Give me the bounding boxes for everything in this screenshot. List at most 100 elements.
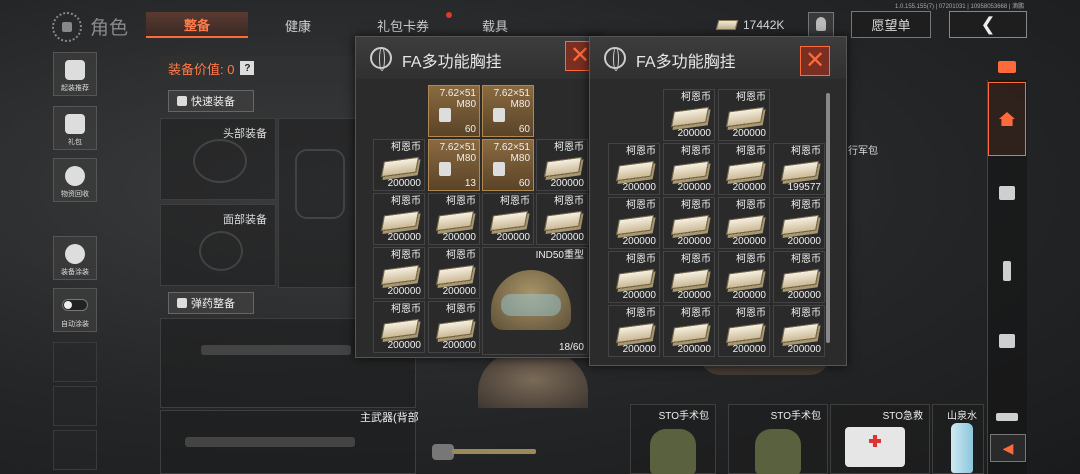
item-count: 200000 xyxy=(787,236,821,247)
category-all[interactable] xyxy=(988,82,1026,156)
money-item-cell[interactable]: 柯恩币 200000 xyxy=(608,305,660,357)
ammo-item-cell[interactable]: 7.62×51 M80 60 xyxy=(482,139,534,191)
item-count: 200000 xyxy=(550,232,584,243)
helmet-item-cell[interactable]: IND50重型 18/60 xyxy=(482,247,588,355)
sidebar-label: 物资回收 xyxy=(61,191,89,198)
tab-health[interactable]: 健康 xyxy=(268,12,328,38)
tab-gift-pass[interactable]: 礼包卡券 xyxy=(358,12,448,38)
item-name: 柯恩币 xyxy=(791,254,821,265)
money-stack-icon xyxy=(670,160,710,182)
sidebar-item-gift[interactable]: 礼包 xyxy=(53,106,97,150)
head-equipment-slot[interactable]: 头部装备 xyxy=(160,118,276,200)
money-item-cell[interactable]: 柯恩币 200000 xyxy=(608,143,660,195)
inventory-item[interactable]: STO手术包 xyxy=(728,404,828,474)
money-stack-icon xyxy=(780,322,820,344)
money-item-cell[interactable]: 柯恩币 200000 xyxy=(428,247,480,299)
close-button[interactable]: ✕ xyxy=(800,46,830,76)
category-equipment[interactable] xyxy=(988,174,1026,212)
globe-icon xyxy=(370,47,392,71)
money-item-cell[interactable]: 柯恩币 199577 xyxy=(773,143,825,195)
money-item-cell[interactable]: 柯恩币 200000 xyxy=(428,193,480,245)
money-item-cell[interactable]: 柯恩币 200000 xyxy=(773,251,825,303)
shovel-item[interactable] xyxy=(432,436,536,466)
category-weapons[interactable] xyxy=(988,398,1026,436)
money-item-cell[interactable]: 柯恩币 200000 xyxy=(663,143,715,195)
box-icon xyxy=(999,334,1015,348)
money-item-cell[interactable]: 柯恩币 200000 xyxy=(373,247,425,299)
ammo-prep-label: 弹药整备 xyxy=(191,298,235,310)
money-item-cell[interactable]: 柯恩币 200000 xyxy=(718,251,770,303)
tab-vehicle[interactable]: 载具 xyxy=(460,12,530,38)
item-name: 柯恩币 xyxy=(736,308,766,319)
item-count: 60 xyxy=(518,124,530,135)
item-name: 7.62×51 M80 xyxy=(493,88,530,110)
money-stack-icon xyxy=(380,264,420,286)
money-item-cell[interactable]: 柯恩币 200000 xyxy=(373,139,425,191)
tab-equipment[interactable]: 整备 xyxy=(146,12,248,38)
money-item-cell[interactable]: 柯恩币 200000 xyxy=(663,197,715,249)
avatar-button[interactable] xyxy=(808,12,834,38)
water-bottle-icon xyxy=(951,423,973,473)
wishlist-button[interactable]: 愿望单 xyxy=(851,11,931,38)
inventory-item[interactable]: STO手术包 xyxy=(630,404,716,474)
item-name: 柯恩币 xyxy=(554,142,584,153)
money-item-cell[interactable]: 柯恩币 200000 xyxy=(663,251,715,303)
item-count: 200000 xyxy=(787,290,821,301)
sidebar-item-recommend[interactable]: 起装推荐 xyxy=(53,52,97,96)
item-count: 200000 xyxy=(732,128,766,139)
money-item-cell[interactable]: 柯恩币 200000 xyxy=(482,193,534,245)
money-item-cell[interactable]: 柯恩币 200000 xyxy=(718,89,770,141)
money-item-cell[interactable]: 柯恩币 200000 xyxy=(373,193,425,245)
item-name: IND50重型 xyxy=(535,250,584,261)
item-count: 18/60 xyxy=(558,342,584,353)
money-item-cell[interactable]: 柯恩币 200000 xyxy=(773,305,825,357)
ammo-item-cell[interactable]: 7.62×51 M80 60 xyxy=(428,85,480,137)
money-stack-icon xyxy=(380,156,420,178)
item-name: STO手术包 xyxy=(658,411,709,422)
item-count: 200000 xyxy=(732,182,766,193)
ammo-item-cell[interactable]: 7.62×51 M80 60 xyxy=(482,85,534,137)
category-ammo[interactable] xyxy=(988,252,1026,290)
armor-icon xyxy=(999,186,1015,200)
auto-skin-toggle[interactable] xyxy=(62,299,88,311)
back-button[interactable]: ❮ xyxy=(949,11,1027,38)
ammo-item-cell[interactable]: 7.62×51 M80 13 xyxy=(428,139,480,191)
inventory-item[interactable]: 山泉水 xyxy=(932,404,984,474)
money-item-cell[interactable]: 柯恩币 200000 xyxy=(773,197,825,249)
money-item-cell[interactable]: 柯恩币 200000 xyxy=(663,89,715,141)
money-item-cell[interactable]: 柯恩币 200000 xyxy=(718,143,770,195)
body-armor-slot[interactable] xyxy=(278,118,358,288)
close-icon: ✕ xyxy=(569,42,591,69)
money-stack-icon xyxy=(615,268,655,290)
money-item-cell[interactable]: 柯恩币 200000 xyxy=(718,197,770,249)
money-item-cell[interactable]: 柯恩币 200000 xyxy=(428,301,480,353)
money-stack-icon xyxy=(725,268,765,290)
sidebar-item-auto-skin[interactable]: 自动涂装 xyxy=(53,288,97,332)
quick-equip-button[interactable]: 快速装备 xyxy=(168,90,254,112)
money-item-cell[interactable]: 柯恩币 200000 xyxy=(608,197,660,249)
sidebar-item-recycle[interactable]: 物资回收 xyxy=(53,158,97,202)
sidebar-item-skin[interactable]: 装备涂装 xyxy=(53,236,97,280)
inventory-item[interactable]: STO急救 xyxy=(830,404,930,474)
item-name: 7.62×51 M80 xyxy=(439,88,476,110)
recycle-icon xyxy=(65,166,85,186)
scrollbar[interactable] xyxy=(826,93,830,343)
money-item-cell[interactable]: 柯恩币 200000 xyxy=(536,193,588,245)
ammo-prep-button[interactable]: 弹药整备 xyxy=(168,292,254,314)
face-equipment-slot[interactable]: 面部装备 xyxy=(160,204,276,286)
money-stack-icon xyxy=(489,210,529,232)
category-supplies[interactable] xyxy=(988,322,1026,360)
money-item-cell[interactable]: 柯恩币 200000 xyxy=(608,251,660,303)
item-count: 60 xyxy=(518,178,530,189)
money-item-cell[interactable]: 柯恩币 200000 xyxy=(373,301,425,353)
collapse-button[interactable]: ◀ xyxy=(990,434,1026,462)
item-count: 200000 xyxy=(442,340,476,351)
filter-button[interactable] xyxy=(995,57,1019,77)
item-name: 柯恩币 xyxy=(736,146,766,157)
money-item-cell[interactable]: 柯恩币 200000 xyxy=(536,139,588,191)
money-item-cell[interactable]: 柯恩币 200000 xyxy=(663,305,715,357)
money-item-cell[interactable]: 柯恩币 200000 xyxy=(718,305,770,357)
help-icon[interactable]: ? xyxy=(240,61,255,75)
container-popup: FA多功能胸挂 ✕ 柯恩币 200000 柯恩币 200000 柯恩币 200000 柯恩币… xyxy=(589,36,847,366)
container-grid: 柯恩币 200000 柯恩币 200000 柯恩币 200000 柯恩币 200000 柯恩币 2… xyxy=(590,79,848,367)
